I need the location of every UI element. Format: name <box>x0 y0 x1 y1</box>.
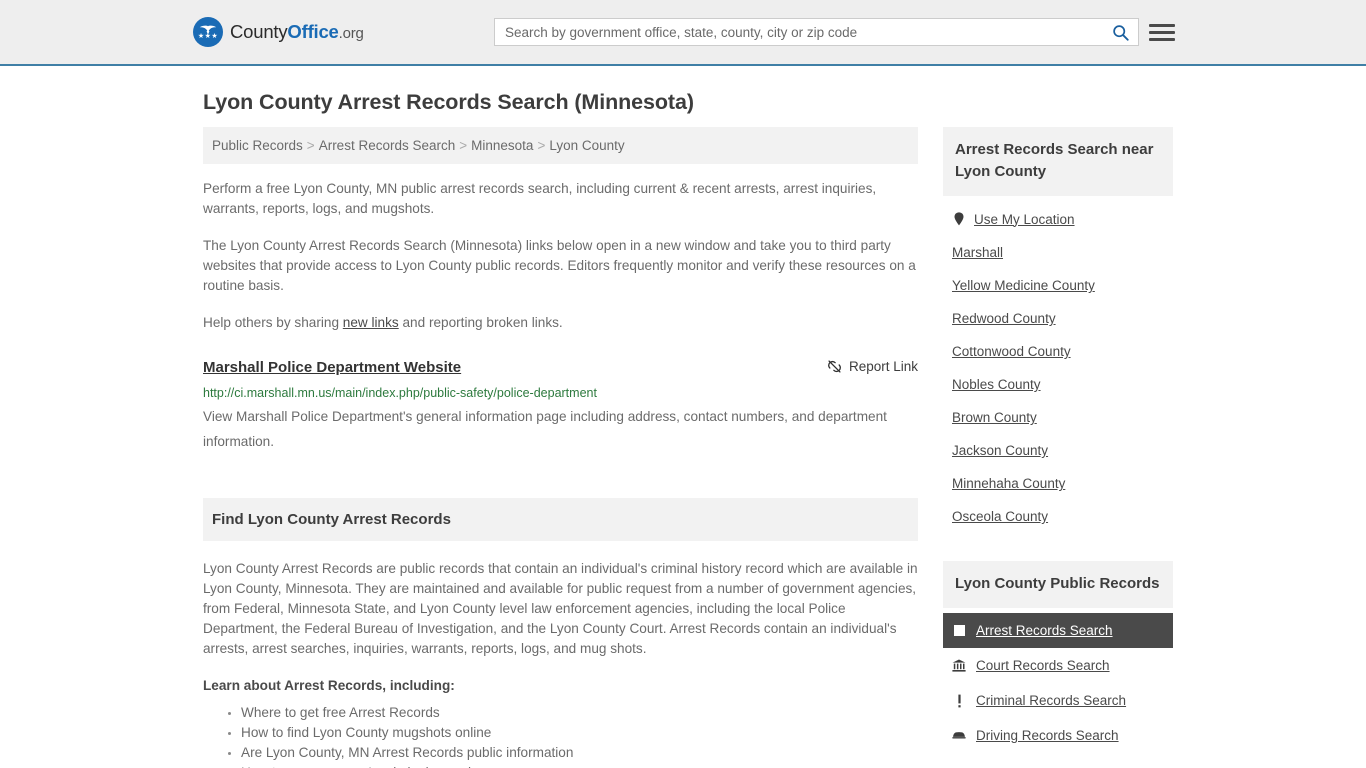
sidebar-item-label: Cottonwood County <box>952 344 1071 359</box>
intro-paragraph-3: Help others by sharing new links and rep… <box>203 313 918 333</box>
sidebar-item-label: Nobles County <box>952 377 1041 392</box>
public-records-list: Arrest Records Search Court Records Sear… <box>943 613 1173 753</box>
site-header: ★★★ CountyOffice.org <box>0 0 1366 66</box>
result-header: Marshall Police Department Website Repor… <box>203 358 918 378</box>
result-title-link[interactable]: Marshall Police Department Website <box>203 358 461 378</box>
result-url: http://ci.marshall.mn.us/main/index.php/… <box>203 386 597 400</box>
breadcrumb-item-arrest-records-search[interactable]: Arrest Records Search <box>319 138 456 153</box>
logo-text-office: Office <box>287 21 339 42</box>
list-item: Where to get free Arrest Records <box>241 703 918 723</box>
breadcrumb-item-lyon-county[interactable]: Lyon County <box>549 138 624 153</box>
search-input[interactable] <box>495 19 1102 45</box>
nearby-search-heading: Arrest Records Search near Lyon County <box>955 141 1154 180</box>
result-item: Marshall Police Department Website Repor… <box>203 358 918 454</box>
report-link-button[interactable]: Report Link <box>827 358 918 374</box>
sidebar-item-label: Osceola County <box>952 509 1049 524</box>
sidebar-item-label: Redwood County <box>952 311 1056 326</box>
breadcrumb-separator: > <box>459 138 468 153</box>
logo-text-org: .org <box>338 25 364 42</box>
intro-paragraph-1: Perform a free Lyon County, MN public ar… <box>203 181 877 216</box>
breadcrumb-item-public-records[interactable]: Public Records <box>212 138 303 153</box>
sidebar-item-nobles-county[interactable]: Nobles County <box>943 368 1173 401</box>
learn-about-list: Where to get free Arrest Records How to … <box>203 703 918 768</box>
site-logo[interactable]: ★★★ CountyOffice.org <box>193 17 364 47</box>
sidebar-item-criminal-records-search[interactable]: Criminal Records Search <box>943 683 1173 718</box>
sidebar-item-arrest-records-search[interactable]: Arrest Records Search <box>943 613 1173 648</box>
list-item: Are Lyon County, MN Arrest Records publi… <box>241 743 918 763</box>
sidebar-item-label: Jackson County <box>952 443 1049 458</box>
report-link-label: Report Link <box>848 359 918 374</box>
page-title: Lyon County Arrest Records Search (Minne… <box>203 90 694 114</box>
find-records-heading: Find Lyon County Arrest Records <box>212 511 451 528</box>
breadcrumb-item-minnesota[interactable]: Minnesota <box>471 138 533 153</box>
sidebar-item-label: Yellow Medicine County <box>952 278 1095 293</box>
sidebar-item-driving-records-search[interactable]: Driving Records Search <box>943 718 1173 753</box>
new-links-link[interactable]: new links <box>343 315 399 330</box>
breadcrumb-separator: > <box>306 138 315 153</box>
logo-text: CountyOffice.org <box>230 21 364 43</box>
intro-paragraph-2: The Lyon County Arrest Records Search (M… <box>203 238 916 293</box>
breadcrumb: Public Records > Arrest Records Search > Min… <box>203 127 918 164</box>
courthouse-icon <box>952 658 966 673</box>
sidebar: Arrest Records Search near Lyon County U… <box>943 127 1173 753</box>
main-column: Public Records > Arrest Records Search > Min… <box>203 127 918 768</box>
nearby-search-list: Use My Location Marshall Yellow Medicine… <box>943 202 1173 533</box>
find-records-band: Find Lyon County Arrest Records <box>203 498 918 541</box>
find-records-body: Lyon County Arrest Records are public re… <box>203 561 918 656</box>
breadcrumb-separator: > <box>537 138 546 153</box>
sidebar-item-label: Court Records Search <box>976 658 1110 673</box>
public-records-heading: Lyon County Public Records <box>955 575 1160 592</box>
search-icon <box>1112 24 1129 41</box>
sidebar-item-label: Minnehaha County <box>952 476 1066 491</box>
share-text-before: Help others by sharing <box>203 315 343 330</box>
sidebar-item-yellow-medicine-county[interactable]: Yellow Medicine County <box>943 269 1173 302</box>
learn-about-heading: Learn about Arrest Records, including: <box>203 678 455 693</box>
sidebar-item-cottonwood-county[interactable]: Cottonwood County <box>943 335 1173 368</box>
exclamation-icon <box>952 693 966 708</box>
sidebar-item-redwood-county[interactable]: Redwood County <box>943 302 1173 335</box>
sidebar-item-jackson-county[interactable]: Jackson County <box>943 434 1173 467</box>
result-description: View Marshall Police Department's genera… <box>203 409 887 449</box>
map-pin-icon <box>952 211 966 227</box>
sidebar-item-osceola-county[interactable]: Osceola County <box>943 500 1173 533</box>
sidebar-item-label: Driving Records Search <box>976 728 1119 743</box>
hamburger-menu-icon[interactable] <box>1149 18 1177 46</box>
sidebar-item-court-records-search[interactable]: Court Records Search <box>943 648 1173 683</box>
sidebar-item-marshall[interactable]: Marshall <box>943 236 1173 269</box>
logo-text-county: County <box>230 21 288 42</box>
nearby-search-header: Arrest Records Search near Lyon County <box>943 127 1173 196</box>
sidebar-item-label: Criminal Records Search <box>976 693 1127 708</box>
broken-link-icon <box>827 360 841 373</box>
list-item: How to see someone's criminal record <box>241 763 918 768</box>
sidebar-item-minnehaha-county[interactable]: Minnehaha County <box>943 467 1173 500</box>
eagle-shield-logo-icon: ★★★ <box>193 17 223 47</box>
sidebar-item-label: Arrest Records Search <box>976 623 1113 638</box>
white-square-icon <box>952 623 966 638</box>
share-text-after: and reporting broken links. <box>398 315 563 330</box>
sidebar-item-label: Marshall <box>952 245 1004 260</box>
page-body: Public Records > Arrest Records Search > Min… <box>203 127 1173 768</box>
search-button[interactable] <box>1102 19 1138 45</box>
sidebar-item-brown-county[interactable]: Brown County <box>943 401 1173 434</box>
sidebar-item-label: Brown County <box>952 410 1037 425</box>
list-item: How to find Lyon County mugshots online <box>241 723 918 743</box>
public-records-header: Lyon County Public Records <box>943 561 1173 608</box>
search-bar[interactable] <box>494 18 1139 46</box>
sidebar-item-use-my-location[interactable]: Use My Location <box>943 202 1173 236</box>
sidebar-item-label: Use My Location <box>974 211 1075 227</box>
car-icon <box>952 728 966 743</box>
